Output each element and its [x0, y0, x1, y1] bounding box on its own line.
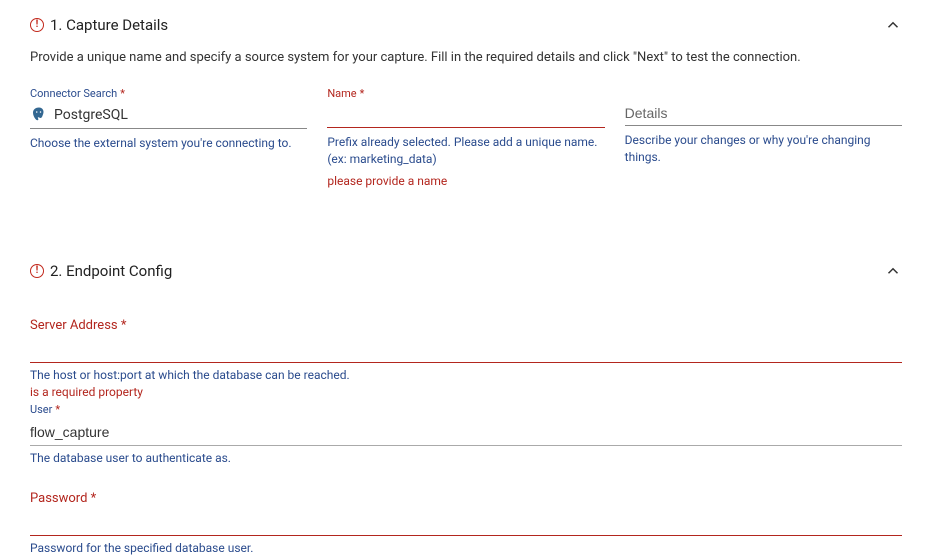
section-capture-details-header[interactable]: ! 1. Capture Details	[30, 0, 902, 44]
server-address-field: Server Address * The host or host:port a…	[30, 318, 902, 399]
server-address-error: is a required property	[30, 385, 902, 399]
connector-label: Connector Search	[30, 87, 307, 100]
name-field: Name Prefix already selected. Please add…	[327, 87, 604, 188]
name-input[interactable]	[327, 104, 604, 128]
error-icon: !	[30, 264, 44, 278]
capture-fields-row: Connector Search PostgreSQL Choose the e…	[30, 87, 902, 188]
connector-search-input[interactable]: PostgreSQL	[30, 104, 307, 129]
user-label: User	[30, 403, 902, 416]
password-input[interactable]	[30, 510, 902, 536]
section-description: Provide a unique name and specify a sour…	[30, 50, 902, 65]
name-label: Name	[327, 87, 604, 100]
error-icon: !	[30, 18, 44, 32]
section-title: 1. Capture Details	[50, 16, 168, 34]
details-input[interactable]	[625, 102, 902, 126]
name-error: please provide a name	[327, 174, 604, 188]
password-helper: Password for the specified database user…	[30, 541, 902, 555]
user-field: User The database user to authenticate a…	[30, 403, 902, 465]
details-helper: Describe your changes or why you're chan…	[625, 132, 902, 166]
server-address-helper: The host or host:port at which the datab…	[30, 368, 902, 382]
name-helper: Prefix already selected. Please add a un…	[327, 134, 604, 168]
connector-field: Connector Search PostgreSQL Choose the e…	[30, 87, 307, 188]
chevron-up-icon[interactable]	[884, 16, 902, 34]
server-address-label: Server Address *	[30, 318, 902, 333]
section-title-wrap: ! 2. Endpoint Config	[30, 262, 172, 280]
connector-helper: Choose the external system you're connec…	[30, 135, 307, 152]
password-field: Password * Password for the specified da…	[30, 491, 902, 555]
section-title: 2. Endpoint Config	[50, 262, 172, 280]
server-address-input[interactable]	[30, 337, 902, 363]
details-field: Describe your changes or why you're chan…	[625, 87, 902, 188]
chevron-up-icon[interactable]	[884, 262, 902, 280]
section-title-wrap: ! 1. Capture Details	[30, 16, 168, 34]
password-label: Password *	[30, 491, 902, 506]
user-input[interactable]	[30, 420, 902, 446]
connector-value: PostgreSQL	[54, 107, 128, 123]
postgresql-icon	[30, 106, 48, 124]
user-helper: The database user to authenticate as.	[30, 451, 902, 465]
section-endpoint-config-header[interactable]: ! 2. Endpoint Config	[30, 246, 902, 290]
